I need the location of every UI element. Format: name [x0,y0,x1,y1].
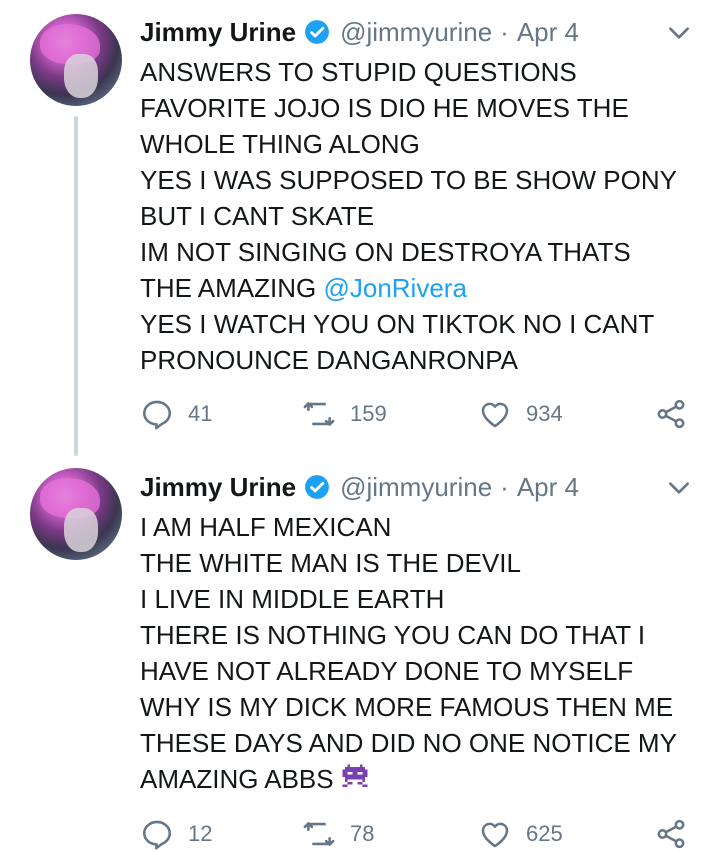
tweet-actions: 12 78 625 [140,816,700,852]
tweet-line: WHOLE THING ALONG [140,129,420,159]
share-icon [657,399,685,429]
tweet-line: I LIVE IN MIDDLE EARTH [140,584,445,614]
tweet-line: THE WHITE MAN IS THE DEVIL [140,548,521,578]
tweet-actions: 41 159 934 [140,396,700,432]
handle[interactable]: @jimmyurine [340,17,492,48]
reply-count: 12 [188,821,213,846]
avatar[interactable] [30,468,122,560]
tweet-line: YES I WAS SUPPOSED TO BE SHOW PONY [140,165,677,195]
retweet-icon [303,402,335,426]
verified-badge-icon [305,20,329,44]
display-name[interactable]: Jimmy Urine [140,472,296,503]
chevron-down-icon[interactable] [666,20,692,46]
tweet-header: Jimmy Urine @jimmyurine · Apr 4 [140,15,579,49]
avatar[interactable] [30,14,122,106]
like-icon [481,822,509,848]
verified-badge-icon [305,475,329,499]
retweet-count: 78 [350,821,375,846]
tweet-line: YES I WATCH YOU ON TIKTOK NO I CANT [140,309,655,339]
separator-dot: · [500,471,509,502]
thread-line [74,116,78,456]
tweet-line: THERE IS NOTHING YOU CAN DO THAT I [140,620,646,650]
reply-icon [142,820,172,850]
tweet-line-with-mention: THE AMAZING @JonRivera [140,270,700,306]
tweet-header: Jimmy Urine @jimmyurine · Apr 4 [140,470,579,504]
retweet-icon [303,822,335,846]
tweet-line: FAVORITE JOJO IS DIO HE MOVES THE [140,93,629,123]
tweet-line: IM NOT SINGING ON DESTROYA THATS [140,237,631,267]
reply-count: 41 [188,401,213,426]
tweet-line: HAVE NOT ALREADY DONE TO MYSELF [140,656,634,686]
tweet-line: I AM HALF MEXICAN [140,512,392,542]
avatar-face [64,54,98,98]
tweet-line: THESE DAYS AND DID NO ONE NOTICE MY [140,728,677,758]
retweet-button[interactable]: 78 [302,816,374,852]
retweet-count: 159 [350,401,387,426]
chevron-down-icon[interactable] [666,475,692,501]
retweet-button[interactable]: 159 [302,396,387,432]
reply-button[interactable]: 41 [140,396,212,432]
handle[interactable]: @jimmyurine [340,472,492,503]
tweet-line-text: THE AMAZING [140,273,324,303]
mention-link[interactable]: @JonRivera [323,273,466,303]
reply-icon [142,400,172,430]
timestamp[interactable]: Apr 4 [517,17,579,48]
like-count: 625 [526,821,563,846]
share-button[interactable] [654,816,688,852]
like-button[interactable]: 625 [478,816,563,852]
like-count: 934 [526,401,563,426]
display-name[interactable]: Jimmy Urine [140,17,296,48]
tweet-text: ANSWERS TO STUPID QUESTIONS FAVORITE JOJ… [140,54,700,378]
tweet-line-text: AMAZING ABBS [140,764,334,794]
avatar-face [64,508,98,552]
like-icon [481,402,509,428]
timestamp[interactable]: Apr 4 [517,472,579,503]
tweet-line: WHY IS MY DICK MORE FAMOUS THEN ME [140,692,674,722]
share-button[interactable] [654,396,688,432]
reply-button[interactable]: 12 [140,816,212,852]
tweet-line: ANSWERS TO STUPID QUESTIONS [140,57,577,87]
tweet-line: BUT I CANT SKATE [140,201,375,231]
tweet-line-with-emoji: AMAZING ABBS [140,761,700,797]
like-button[interactable]: 934 [478,396,563,432]
alien-monster-icon [342,764,368,787]
share-icon [657,819,685,849]
tweet-line: PRONOUNCE DANGANRONPA [140,345,519,375]
tweet-text: I AM HALF MEXICAN THE WHITE MAN IS THE D… [140,509,700,797]
separator-dot: · [500,16,509,47]
